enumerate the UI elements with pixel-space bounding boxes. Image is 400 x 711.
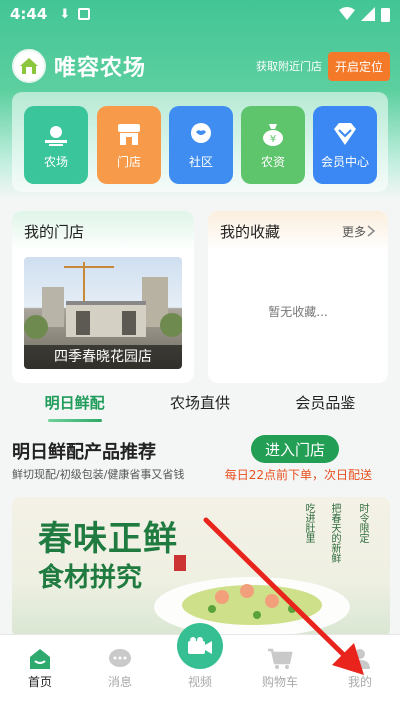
download-icon: ⬇ (59, 6, 71, 22)
status-bar: 4:44 ⬇ (0, 0, 400, 28)
farm-sun-icon (45, 125, 67, 146)
banner-vertical-2: 把春天的新鲜 (329, 503, 340, 563)
delivery-note: 每日22点前下单，次日配送 (224, 468, 372, 482)
diamond-icon (334, 122, 356, 145)
video-button[interactable] (177, 623, 223, 669)
enter-store-button[interactable]: 进入门店 (251, 435, 339, 463)
battery-icon (381, 7, 390, 22)
svg-text:¥: ¥ (270, 134, 276, 145)
nav-supplies-label: 农资 (260, 154, 285, 169)
bottom-tab-messages-label: 消息 (107, 675, 132, 689)
home-icon (30, 649, 50, 669)
video-camera-icon (188, 637, 212, 654)
product-tabs: 明日鲜配 农场直供 会员品鉴 (12, 392, 388, 422)
favorites-empty-text: 暂无收藏... (268, 305, 328, 319)
banner-vertical-1: 时令限定 (357, 503, 368, 543)
enable-location-button[interactable]: 开启定位 (327, 51, 390, 81)
store-icon (118, 123, 140, 145)
tab-tomorrow-fresh[interactable]: 明日鲜配 (12, 392, 137, 422)
bottom-tab-cart-label: 购物车 (261, 675, 298, 689)
nav-farm[interactable]: 农场 (24, 106, 88, 184)
message-icon (109, 649, 131, 667)
favorites-header: 我的收藏 更多 (208, 211, 388, 251)
money-bag-icon: ¥ (263, 123, 283, 146)
brand-name: 唯容农场 (54, 56, 147, 81)
bottom-tab-home-label: 首页 (27, 675, 52, 689)
bottom-tab-profile-label: 我的 (347, 675, 372, 689)
bottom-tab-video-label: 视频 (187, 675, 212, 689)
favorites-more-link[interactable]: 更多 (342, 223, 376, 240)
brand-row: 唯容农场 获取附近门店 开启定位 (12, 48, 390, 84)
store-name-label: 四季春晓花园店 (24, 345, 182, 369)
store-photo[interactable]: 四季春晓花园店 (24, 257, 182, 369)
my-store-card[interactable]: 我的门店 四季春晓花园店 (12, 211, 194, 383)
community-chat-icon (191, 122, 211, 143)
notification-icon (78, 8, 91, 20)
signal-icon (361, 7, 375, 21)
section-title: 明日鲜配产品推荐 (12, 442, 156, 463)
nav-farm-label: 农场 (43, 154, 68, 169)
bottom-tab-cart[interactable]: 购物车 (248, 645, 312, 690)
nav-member-center[interactable]: 会员中心 (313, 106, 377, 184)
quick-nav-panel: 农场 门店 社区 ¥ 农资 会员中心 (12, 92, 388, 192)
banner-subtitle: 食材拼究 (38, 563, 143, 593)
nav-community[interactable]: 社区 (169, 106, 233, 184)
farm-logo-icon (12, 49, 46, 83)
bottom-tab-home[interactable]: 首页 (8, 645, 72, 690)
tab-member-tasting[interactable]: 会员品鉴 (263, 392, 388, 422)
nav-store[interactable]: 门店 (97, 106, 161, 184)
wifi-icon (339, 7, 355, 20)
favorites-title: 我的收藏 (220, 222, 281, 241)
bottom-tab-profile[interactable]: 我的 (328, 645, 392, 690)
chevron-right-icon (367, 225, 376, 237)
favorites-card: 我的收藏 更多 暂无收藏... (208, 211, 388, 383)
banner-title: 春味正鲜 (38, 519, 178, 559)
food-plate-image (154, 577, 350, 637)
nav-supplies[interactable]: ¥ 农资 (241, 106, 305, 184)
my-store-title: 我的门店 (24, 222, 85, 241)
bottom-tab-bar: 首页 消息 视频 购物车 我的 (0, 623, 400, 711)
status-time: 4:44 (10, 5, 48, 23)
more-label: 更多 (341, 224, 366, 239)
bottom-tab-video[interactable]: 视频 (168, 623, 232, 690)
nav-store-label: 门店 (116, 154, 141, 169)
nav-member-label: 会员中心 (320, 154, 369, 169)
banner-vertical-3: 吃进肚里 (303, 503, 314, 543)
my-store-header: 我的门店 (12, 211, 194, 251)
promo-banner[interactable]: 春味正鲜 食材拼究 时令限定 把春天的新鲜 吃进肚里 (12, 497, 390, 637)
bottom-tab-messages[interactable]: 消息 (88, 645, 152, 690)
nearby-store-link[interactable]: 获取附近门店 (256, 58, 322, 74)
cart-icon (268, 648, 293, 669)
nav-community-label: 社区 (188, 154, 213, 169)
tab-farm-direct[interactable]: 农场直供 (137, 392, 262, 422)
profile-icon (350, 649, 370, 669)
section-subtitle: 鲜切现配/初级包装/健康省事又省钱 (12, 468, 185, 481)
